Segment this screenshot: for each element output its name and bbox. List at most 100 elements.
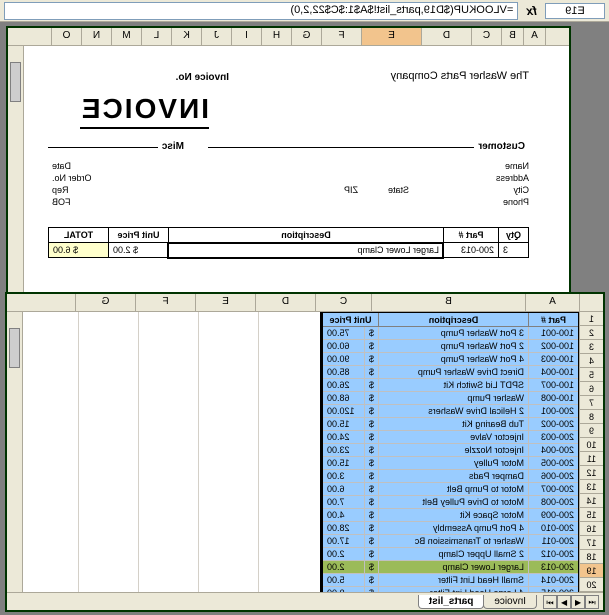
cell-price[interactable]: 75.00 [322,327,364,340]
cell-currency[interactable]: $ [364,457,378,470]
cell-price[interactable]: 15.00 [322,418,364,431]
col-header-E[interactable]: E [195,294,255,311]
col-header-C[interactable]: C [471,28,501,45]
cell-part[interactable]: 200-013 [444,243,499,258]
cell-desc[interactable]: Injector Valve [379,431,529,444]
cell-desc[interactable]: Motor to Drive Pulley Belt [379,496,529,509]
cell-part[interactable]: 200-005 [529,457,579,470]
cell-currency[interactable]: $ [364,522,378,535]
cell-price[interactable]: 3.00 [322,470,364,483]
col-header-F[interactable]: F [135,294,195,311]
vertical-scrollbar[interactable] [7,312,23,592]
cell-currency[interactable]: $ [364,587,378,593]
cell-price[interactable]: 5.00 [322,574,364,587]
row-header-10[interactable]: 10 [580,438,603,452]
row-header-11[interactable]: 11 [580,452,603,466]
cell-currency[interactable]: $ [364,574,378,587]
col-header-J[interactable]: J [201,28,231,45]
col-header-I[interactable]: I [231,28,261,45]
row-header-2[interactable]: 2 [580,326,603,340]
cell-desc[interactable]: Direct Drive Washer Pump [379,366,529,379]
cell-price[interactable]: 7.00 [322,496,364,509]
col-header-L[interactable]: L [141,28,171,45]
col-header-A[interactable]: A [525,294,579,311]
tab-next-icon[interactable]: ▶ [557,595,571,609]
cell-part[interactable]: 200-008 [529,496,579,509]
cell-currency[interactable]: $ [364,509,378,522]
cell-part[interactable]: 200-004 [529,444,579,457]
cell-price[interactable]: 17.00 [322,535,364,548]
cell-part[interactable]: 100-004 [529,366,579,379]
table-row[interactable]: 200-0122 Small Upper Clamp$2.00 [322,548,578,561]
cell-price[interactable]: 24.00 [322,431,364,444]
cell-currency[interactable]: $ [364,483,378,496]
cell-desc[interactable]: Washer to Transmission Bc [379,535,529,548]
row-header-20[interactable]: 20 [580,578,603,592]
cell-price[interactable]: 2.00 [322,561,364,574]
row-header-6[interactable]: 6 [580,382,603,396]
table-row[interactable]: 200-013Larger Lower Clamp$2.00 [322,561,578,574]
col-header-A[interactable]: A [523,28,545,45]
table-row[interactable]: 200-007Motor to Pump Belt$6.00 [322,483,578,496]
table-row[interactable]: 200-0154 Large Head Lint Filter$9.00 [322,587,578,593]
cell-price[interactable]: 6.00 [322,483,364,496]
invoice-sheet[interactable]: The Washer Parts Company Invoice No. INV… [8,46,569,316]
row-header-7[interactable]: 7 [580,396,603,410]
row-header-8[interactable]: 8 [580,410,603,424]
cell-price[interactable]: 26.00 [322,379,364,392]
cell-desc[interactable]: Motor Space Kit [379,509,529,522]
row-header-19[interactable]: 19 [580,564,603,578]
cell-currency[interactable]: $ [364,535,378,548]
table-row[interactable]: 100-004Direct Drive Washer Pump$85.00 [322,366,578,379]
cell-part[interactable]: 200-012 [529,548,579,561]
cell-desc[interactable]: 2 Helical Drive Washers [379,405,529,418]
row-header-18[interactable]: 18 [580,550,603,564]
table-row[interactable]: 200-004Injector Nozzle$23.00 [322,444,578,457]
select-all-corner[interactable] [579,294,603,311]
col-header-H[interactable]: H [261,28,291,45]
col-header-E[interactable]: E [361,28,421,45]
parts-sheet[interactable]: Part #DescriptionUnit Price100-0013 Port… [7,312,579,592]
vertical-scrollbar[interactable] [8,46,24,316]
col-header-F[interactable]: F [321,28,361,45]
tab-last-icon[interactable]: ⏭ [543,595,557,609]
cell-currency[interactable]: $ [364,496,378,509]
name-box[interactable]: E19 [545,3,605,19]
cell-desc[interactable]: SPDT Lid Switch Kit [379,379,529,392]
cell-desc[interactable]: Tub Bearing Kit [379,418,529,431]
cell-desc[interactable]: Motor Pulley [379,457,529,470]
row-header-14[interactable]: 14 [580,494,603,508]
formula-input[interactable]: =VLOOKUP($D19,parts_list!$A$1:$C$22,2,0) [4,2,518,20]
cell-part[interactable]: 200-002 [529,418,579,431]
scroll-thumb[interactable] [9,328,20,368]
cell-part[interactable]: 200-001 [529,405,579,418]
cell-currency[interactable]: $ [364,366,378,379]
cell-unit-price[interactable]: $ 2.00 [109,243,169,258]
col-header-B[interactable]: B [501,28,523,45]
cell-currency[interactable]: $ [364,418,378,431]
cell-currency[interactable]: $ [364,379,378,392]
cell-part[interactable]: 200-006 [529,470,579,483]
row-header-17[interactable]: 17 [580,536,603,550]
cell-currency[interactable]: $ [364,327,378,340]
row-header-16[interactable]: 16 [580,522,603,536]
cell-price[interactable]: 120.00 [322,405,364,418]
row-header-13[interactable]: 13 [580,480,603,494]
cell-desc[interactable]: 4 Port Pump Assembly [379,522,529,535]
cell-desc[interactable]: Injector Nozzle [379,444,529,457]
col-header-M[interactable]: M [111,28,141,45]
cell-desc[interactable]: Small Head Lint Filter [379,574,529,587]
cell-currency[interactable]: $ [364,405,378,418]
cell-total[interactable]: $ 6.00 [49,243,109,258]
cell-currency[interactable]: $ [364,548,378,561]
cell-part[interactable]: 200-010 [529,522,579,535]
row-header-4[interactable]: 4 [580,354,603,368]
cell-currency[interactable]: $ [364,431,378,444]
cell-part[interactable]: 100-008 [529,392,579,405]
cell-part[interactable]: 200-007 [529,483,579,496]
col-header-D[interactable]: D [255,294,315,311]
cell-part[interactable]: 200-013 [529,561,579,574]
cell-desc[interactable]: Damper Pads [379,470,529,483]
cell-part[interactable]: 100-001 [529,327,579,340]
cell-desc[interactable]: 4 Large Head Lint Filter [379,587,529,593]
